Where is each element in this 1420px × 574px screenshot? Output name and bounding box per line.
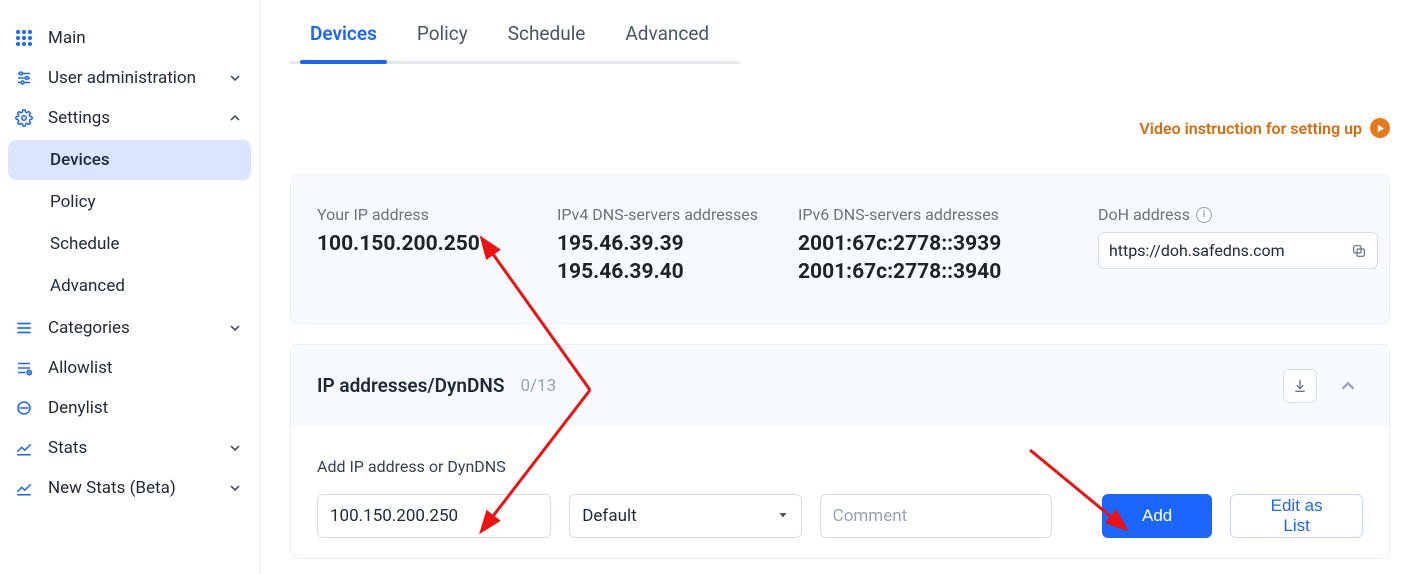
dyndns-section: IP addresses/DynDNS 0/13 Add IP address … bbox=[290, 344, 1390, 559]
dns-info-card: Your IP address 100.150.200.250 IPv4 DNS… bbox=[290, 174, 1390, 324]
copy-icon[interactable] bbox=[1351, 243, 1367, 259]
allowlist-icon bbox=[14, 358, 34, 378]
main-content: Devices Policy Schedule Advanced Video i… bbox=[260, 0, 1420, 574]
chevron-down-icon bbox=[227, 70, 243, 86]
dyndns-header: IP addresses/DynDNS 0/13 bbox=[291, 345, 1389, 427]
ipv4-block: IPv4 DNS-servers addresses 195.46.39.39 … bbox=[557, 205, 758, 287]
sub-item-schedule[interactable]: Schedule bbox=[8, 224, 251, 264]
tab-schedule[interactable]: Schedule bbox=[508, 22, 586, 61]
chevron-down-icon bbox=[227, 480, 243, 496]
add-button[interactable]: Add bbox=[1102, 494, 1212, 538]
your-ip-label: Your IP address bbox=[317, 205, 517, 224]
sidebar-item-label: Settings bbox=[48, 108, 213, 128]
download-button[interactable] bbox=[1283, 369, 1317, 403]
sidebar-item-label: User administration bbox=[48, 68, 213, 88]
add-ip-row: 100.150.200.250 Default Comment Add Edit… bbox=[317, 494, 1363, 538]
video-instruction-link[interactable]: Video instruction for setting up bbox=[1139, 118, 1390, 138]
sidebar-item-new-stats[interactable]: New Stats (Beta) bbox=[0, 468, 259, 508]
chevron-down-icon bbox=[227, 440, 243, 456]
add-ip-label: Add IP address or DynDNS bbox=[317, 457, 1363, 476]
sidebar-item-label: Denylist bbox=[48, 398, 243, 418]
chart-icon bbox=[14, 478, 34, 498]
info-icon[interactable]: i bbox=[1196, 207, 1212, 223]
tabs: Devices Policy Schedule Advanced bbox=[290, 0, 740, 64]
sidebar-item-categories[interactable]: Categories bbox=[0, 308, 259, 348]
sub-item-advanced[interactable]: Advanced bbox=[8, 266, 251, 306]
sidebar-item-label: New Stats (Beta) bbox=[48, 478, 213, 498]
ipv6-value-0: 2001:67c:2778::3939 bbox=[798, 230, 1058, 258]
settings-sub-items: Devices Policy Schedule Advanced bbox=[0, 140, 259, 306]
policy-selected: Default bbox=[582, 506, 636, 526]
dyndns-title: IP addresses/DynDNS bbox=[317, 374, 504, 397]
video-instruction-label: Video instruction for setting up bbox=[1139, 119, 1362, 138]
sidebar-item-user-admin[interactable]: User administration bbox=[0, 58, 259, 98]
ipv4-value-0: 195.46.39.39 bbox=[557, 230, 758, 258]
doh-field: https://doh.safedns.com bbox=[1098, 232, 1378, 269]
sidebar-item-main[interactable]: Main bbox=[0, 18, 259, 58]
sub-item-devices[interactable]: Devices bbox=[8, 140, 251, 180]
tab-devices[interactable]: Devices bbox=[310, 22, 377, 61]
ipv4-value-1: 195.46.39.40 bbox=[557, 258, 758, 286]
sidebar-item-label: Allowlist bbox=[48, 358, 243, 378]
edit-as-list-button[interactable]: Edit as List bbox=[1230, 494, 1363, 538]
play-icon bbox=[1370, 118, 1390, 138]
dyndns-count: 0/13 bbox=[520, 376, 556, 396]
caret-down-icon bbox=[777, 506, 789, 526]
chevron-up-icon[interactable] bbox=[1333, 371, 1363, 401]
sub-item-policy[interactable]: Policy bbox=[8, 182, 251, 222]
sidebar-item-settings[interactable]: Settings bbox=[0, 98, 259, 138]
tab-advanced[interactable]: Advanced bbox=[625, 22, 709, 61]
sidebar-item-label: Categories bbox=[48, 318, 213, 338]
tab-policy[interactable]: Policy bbox=[417, 22, 468, 61]
sliders-icon bbox=[14, 68, 34, 88]
comment-input[interactable]: Comment bbox=[820, 494, 1052, 538]
chart-icon bbox=[14, 438, 34, 458]
ipv6-block: IPv6 DNS-servers addresses 2001:67c:2778… bbox=[798, 205, 1058, 287]
denylist-icon bbox=[14, 398, 34, 418]
sidebar-item-label: Main bbox=[48, 28, 243, 48]
gear-icon bbox=[14, 108, 34, 128]
doh-value: https://doh.safedns.com bbox=[1109, 241, 1285, 260]
ip-input[interactable]: 100.150.200.250 bbox=[317, 494, 551, 538]
policy-select[interactable]: Default bbox=[569, 494, 801, 538]
ipv4-label: IPv4 DNS-servers addresses bbox=[557, 205, 758, 224]
sidebar-item-denylist[interactable]: Denylist bbox=[0, 388, 259, 428]
doh-block: DoH address i https://doh.safedns.com bbox=[1098, 205, 1363, 287]
sidebar-item-stats[interactable]: Stats bbox=[0, 428, 259, 468]
ipv6-value-1: 2001:67c:2778::3940 bbox=[798, 258, 1058, 286]
doh-label: DoH address i bbox=[1098, 205, 1363, 224]
list-icon bbox=[14, 318, 34, 338]
chevron-down-icon bbox=[227, 320, 243, 336]
doh-label-text: DoH address bbox=[1098, 205, 1190, 224]
sidebar-item-allowlist[interactable]: Allowlist bbox=[0, 348, 259, 388]
ipv6-label: IPv6 DNS-servers addresses bbox=[798, 205, 1058, 224]
dyndns-body: Add IP address or DynDNS 100.150.200.250… bbox=[291, 427, 1389, 558]
your-ip-block: Your IP address 100.150.200.250 bbox=[317, 205, 517, 287]
sidebar-item-label: Stats bbox=[48, 438, 213, 458]
sidebar: Main User administration Settings Device… bbox=[0, 0, 260, 574]
apps-icon bbox=[14, 28, 34, 48]
your-ip-value: 100.150.200.250 bbox=[317, 230, 517, 258]
chevron-up-icon bbox=[227, 110, 243, 126]
